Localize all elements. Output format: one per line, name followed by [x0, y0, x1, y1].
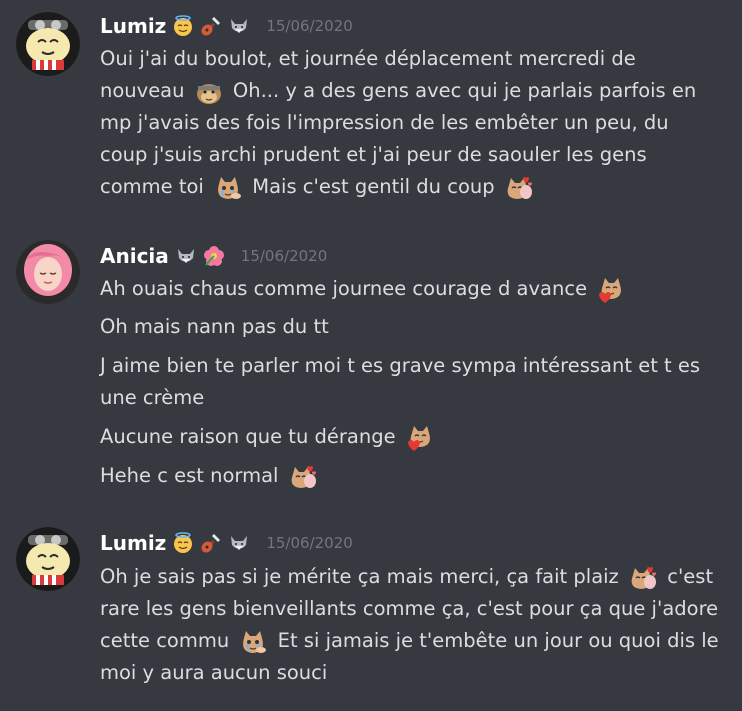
message-text-line: J aime bien te parler moi t es grave sym… [100, 350, 732, 382]
username[interactable]: Lumiz [100, 531, 166, 555]
message-text: coup j'suis archi prudent et j'ai peur d… [100, 143, 647, 166]
message-text: Mais c'est gentil du coup [252, 175, 495, 198]
crying-cat-emote-icon[interactable] [213, 174, 243, 202]
message-text-line: Oui j'ai du boulot, et journée déplaceme… [100, 43, 732, 75]
cat-loving-emote-icon[interactable] [628, 564, 658, 592]
message-text-line: moi y aura aucun souci [100, 657, 732, 689]
anicia-avatar-icon [16, 240, 80, 304]
hibiscus-icon [203, 245, 225, 267]
wolf-icon [228, 532, 250, 554]
lumiz-avatar-icon [16, 12, 80, 76]
message-text: Oui j'ai du boulot, et journée déplaceme… [100, 47, 636, 70]
chat-message-list: Lumiz 15/06/2020 Oui j'ai du boulot, et … [0, 0, 742, 711]
message-text-line: une crème [100, 382, 732, 414]
guitar-icon [200, 532, 222, 554]
message-text: Ah ouais chaus comme journee courage d a… [100, 277, 588, 300]
cat-loving-emote-icon[interactable] [288, 463, 318, 491]
message-text: comme toi [100, 175, 204, 198]
message-text: cette commu [100, 629, 230, 652]
message-text-line: nouveau Oh... y a des gens avec qui je p… [100, 75, 732, 107]
cat-heart-emote-icon[interactable] [596, 276, 626, 304]
message-text: Et si jamais je t'embête un jour ou quoi… [277, 629, 719, 652]
wolf-icon [175, 245, 197, 267]
message-text-line: Oh mais nann pas du tt [100, 311, 732, 343]
timestamp[interactable]: 15/06/2020 [241, 247, 327, 265]
message-text: Hehe c est normal [100, 464, 279, 487]
message-text-line: Oh je sais pas si je mérite ça mais merc… [100, 561, 732, 593]
message-text: Oh... y a des gens avec qui je parlais p… [232, 79, 697, 102]
message-text: mp j'avais des fois l'impression de les … [100, 111, 669, 134]
lumiz-avatar-icon [16, 527, 80, 591]
avatar[interactable] [16, 527, 80, 591]
message-text: Aucune raison que tu dérange [100, 425, 396, 448]
message-text-line: coup j'suis archi prudent et j'ai peur d… [100, 139, 732, 171]
monkey-face-emote-icon[interactable] [194, 78, 224, 106]
username[interactable]: Lumiz [100, 14, 166, 38]
message-header: Lumiz 15/06/2020 [100, 527, 353, 559]
timestamp[interactable]: 15/06/2020 [266, 534, 352, 552]
message-text-line: cette commu Et si jamais je t'embête un … [100, 625, 732, 657]
message-text: Oh mais nann pas du tt [100, 315, 329, 338]
message-text: moi y aura aucun souci [100, 661, 328, 684]
crying-cat-emote-icon[interactable] [238, 628, 268, 656]
message-text: J aime bien te parler moi t es grave sym… [100, 354, 701, 377]
message-text: c'est [667, 565, 714, 588]
message-text: Oh je sais pas si je mérite ça mais merc… [100, 565, 619, 588]
smiling-face-with-halo-icon [172, 532, 194, 554]
message-text: une crème [100, 386, 205, 409]
message-text-line: comme toi Mais c'est gentil du coup [100, 171, 732, 203]
cat-loving-emote-icon[interactable] [504, 174, 534, 202]
cat-heart-emote-icon[interactable] [405, 424, 435, 452]
avatar[interactable] [16, 12, 80, 76]
message-text-line: Aucune raison que tu dérange [100, 421, 732, 453]
message-text-line: Ah ouais chaus comme journee courage d a… [100, 273, 732, 305]
message-text: nouveau [100, 79, 185, 102]
guitar-icon [200, 15, 222, 37]
message-header: Anicia 15/06/2020 [100, 240, 327, 272]
username[interactable]: Anicia [100, 244, 169, 268]
message-text-line: Hehe c est normal [100, 460, 732, 492]
message-text: rare les gens bienveillants comme ça, c'… [100, 597, 719, 620]
message-text-line: mp j'avais des fois l'impression de les … [100, 107, 732, 139]
wolf-icon [228, 15, 250, 37]
timestamp[interactable]: 15/06/2020 [266, 17, 352, 35]
avatar[interactable] [16, 240, 80, 304]
message-header: Lumiz 15/06/2020 [100, 10, 353, 42]
smiling-face-with-halo-icon [172, 15, 194, 37]
message-text-line: rare les gens bienveillants comme ça, c'… [100, 593, 732, 625]
